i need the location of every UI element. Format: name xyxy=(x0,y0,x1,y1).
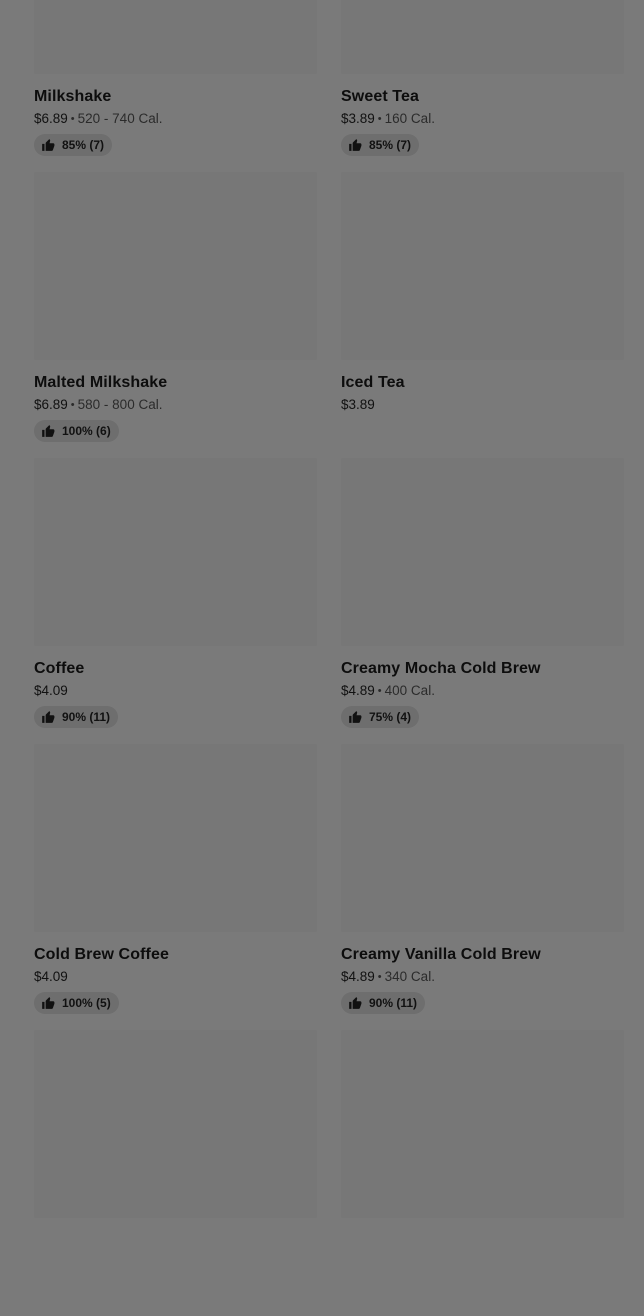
separator-dot: • xyxy=(377,685,382,697)
separator-dot: • xyxy=(377,971,382,983)
menu-item-card[interactable]: Coffee $4.09 90% (11) xyxy=(34,458,317,744)
separator-dot: • xyxy=(70,113,75,125)
item-name[interactable]: Malted Milkshake xyxy=(34,373,317,393)
rating-badge: 100% (5) xyxy=(34,992,119,1014)
item-image[interactable] xyxy=(341,172,624,360)
item-calories: 580 - 800 Cal. xyxy=(77,397,163,412)
rating-text: 90% (11) xyxy=(369,996,418,1010)
item-price: $4.09 xyxy=(34,969,68,984)
thumbs-up-icon xyxy=(349,711,362,723)
rating-text: 100% (6) xyxy=(62,424,111,438)
item-meta: $4.89 • 340 Cal. xyxy=(341,968,624,986)
item-meta: $3.89 xyxy=(341,396,624,414)
item-image[interactable] xyxy=(341,0,624,74)
item-image[interactable] xyxy=(34,458,317,646)
rating-badge: 85% (7) xyxy=(341,134,420,156)
item-name[interactable]: Creamy Vanilla Cold Brew xyxy=(341,945,624,965)
menu-item-card[interactable]: Cold Brew Coffee $4.09 100% (5) xyxy=(34,744,317,1030)
thumbs-up-icon xyxy=(42,425,55,437)
rating-text: 85% (7) xyxy=(62,138,105,152)
rating-text: 75% (4) xyxy=(369,710,412,724)
item-image[interactable] xyxy=(341,744,624,932)
item-name[interactable]: Milkshake xyxy=(34,87,317,107)
menu-item-card[interactable]: Creamy Vanilla Cold Brew $4.89 • 340 Cal. … xyxy=(341,744,624,1030)
item-price: $4.89 xyxy=(341,969,375,984)
rating-text: 100% (5) xyxy=(62,996,111,1010)
item-image[interactable] xyxy=(34,744,317,932)
menu-item-card[interactable]: Malted Milkshake $6.89 • 580 - 800 Cal. 10… xyxy=(34,172,317,458)
item-price: $3.89 xyxy=(341,397,375,412)
menu-item-card[interactable]: Creamy Mocha Cold Brew $4.89 • 400 Cal. 75… xyxy=(341,458,624,744)
menu-item-card[interactable] xyxy=(341,1030,624,1316)
rating-badge: 100% (6) xyxy=(34,420,119,442)
menu-item-card[interactable]: Milkshake $6.89 • 520 - 740 Cal. 85% (7) xyxy=(34,0,317,172)
item-price: $6.89 xyxy=(34,111,68,126)
rating-badge: 90% (11) xyxy=(34,706,119,728)
rating-badge: 90% (11) xyxy=(341,992,426,1014)
item-meta: $3.89 • 160 Cal. xyxy=(341,110,624,128)
thumbs-up-icon xyxy=(42,997,55,1009)
menu-item-card[interactable]: Iced Tea $3.89 xyxy=(341,172,624,458)
rating-text: 90% (11) xyxy=(62,710,111,724)
item-calories: 160 Cal. xyxy=(384,111,435,126)
item-meta: $4.09 xyxy=(34,682,317,700)
item-image[interactable] xyxy=(341,1030,624,1218)
menu-item-card[interactable]: Sweet Tea $3.89 • 160 Cal. 85% (7) xyxy=(341,0,624,172)
item-meta: $4.09 xyxy=(34,968,317,986)
item-image[interactable] xyxy=(34,172,317,360)
item-name[interactable]: Iced Tea xyxy=(341,373,624,393)
thumbs-up-icon xyxy=(349,997,362,1009)
item-meta: $6.89 • 580 - 800 Cal. xyxy=(34,396,317,414)
item-price: $4.09 xyxy=(34,683,68,698)
thumbs-up-icon xyxy=(42,139,55,151)
separator-dot: • xyxy=(70,399,75,411)
thumbs-up-icon xyxy=(42,711,55,723)
item-image[interactable] xyxy=(341,458,624,646)
item-price: $4.89 xyxy=(341,683,375,698)
item-calories: 520 - 740 Cal. xyxy=(77,111,163,126)
rating-text: 85% (7) xyxy=(369,138,412,152)
item-calories: 340 Cal. xyxy=(384,969,435,984)
item-name[interactable]: Sweet Tea xyxy=(341,87,624,107)
item-price: $3.89 xyxy=(341,111,375,126)
item-price: $6.89 xyxy=(34,397,68,412)
item-name[interactable]: Coffee xyxy=(34,659,317,679)
item-calories: 400 Cal. xyxy=(384,683,435,698)
item-image[interactable] xyxy=(34,0,317,74)
item-meta: $4.89 • 400 Cal. xyxy=(341,682,624,700)
rating-badge: 85% (7) xyxy=(34,134,113,156)
rating-badge: 75% (4) xyxy=(341,706,420,728)
item-name[interactable]: Cold Brew Coffee xyxy=(34,945,317,965)
item-meta: $6.89 • 520 - 740 Cal. xyxy=(34,110,317,128)
thumbs-up-icon xyxy=(349,139,362,151)
menu-item-card[interactable] xyxy=(34,1030,317,1316)
item-image[interactable] xyxy=(34,1030,317,1218)
menu-items-grid: Milkshake $6.89 • 520 - 740 Cal. 85% (7) S… xyxy=(34,0,624,1316)
separator-dot: • xyxy=(377,113,382,125)
item-name[interactable]: Creamy Mocha Cold Brew xyxy=(341,659,624,679)
